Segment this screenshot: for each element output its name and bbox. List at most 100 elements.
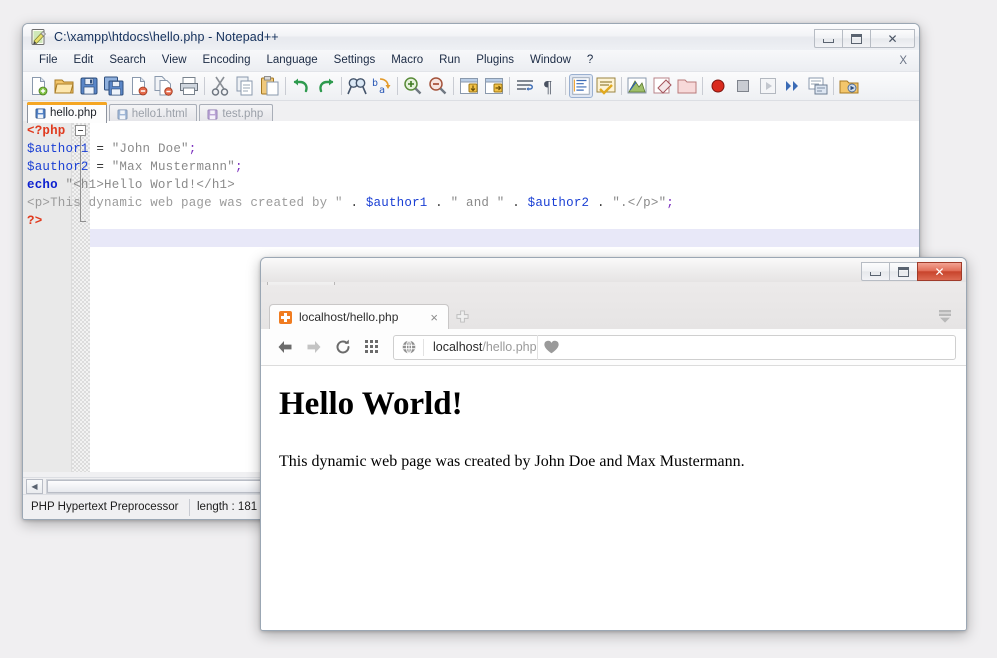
sync-vertical-scroll-icon[interactable] — [457, 74, 481, 98]
show-document-map-icon[interactable] — [625, 74, 649, 98]
opera-window-controls: ✕ — [862, 262, 962, 281]
code-text: ?> — [23, 214, 42, 228]
word-wrap-icon[interactable] — [513, 74, 537, 98]
code-token: ; — [189, 142, 197, 156]
save-icon[interactable] — [77, 74, 101, 98]
opera-menu-button[interactable]: Menu — [267, 282, 335, 285]
menu-item-edit[interactable]: Edit — [66, 50, 102, 71]
toolbar-separator — [339, 76, 344, 96]
scroll-left-arrow[interactable]: ◀ — [26, 479, 43, 494]
close-all-files-icon[interactable] — [152, 74, 176, 98]
reload-icon[interactable] — [329, 334, 356, 361]
save-all-icon[interactable] — [102, 74, 126, 98]
minimize-button[interactable] — [814, 29, 843, 48]
opera-tab-area: Menu localhost/hello.php × — [261, 282, 966, 329]
address-bar[interactable]: localhost/hello.php — [393, 335, 956, 360]
code-line[interactable]: 2$author1 = "John Doe"; — [23, 139, 919, 157]
address-bar-url[interactable]: localhost/hello.php — [424, 340, 537, 354]
zoom-out-icon[interactable] — [426, 74, 450, 98]
code-line[interactable]: 3$author2 = "Max Mustermann"; — [23, 157, 919, 175]
menu-item-language[interactable]: Language — [258, 50, 325, 71]
run-icon[interactable] — [837, 74, 861, 98]
code-token: <p>This dynamic web page was created by … — [27, 196, 350, 210]
code-text: $author2 = "Max Mustermann"; — [23, 160, 243, 174]
code-lines: 1<?php2$author1 = "John Doe";3$author2 =… — [23, 121, 919, 247]
menu-item-help[interactable]: ? — [579, 50, 601, 71]
code-text: <?php — [23, 124, 66, 138]
redo-icon[interactable] — [314, 74, 338, 98]
show-folder-as-workspace-icon[interactable] — [675, 74, 699, 98]
save-current-macro-icon[interactable] — [806, 74, 830, 98]
run-macro-multiple-times-icon[interactable] — [781, 74, 805, 98]
undo-icon[interactable] — [289, 74, 313, 98]
menu-item-window[interactable]: Window — [522, 50, 579, 71]
notepadpp-titlebar[interactable]: C:\xampp\htdocs\hello.php - Notepad++ ✕ — [23, 24, 919, 51]
close-document-button[interactable]: X — [899, 55, 907, 67]
show-indent-guide-icon[interactable] — [569, 74, 593, 98]
rendered-web-page: Hello World! This dynamic web page was c… — [261, 366, 966, 630]
show-all-characters-icon[interactable]: ¶ — [538, 74, 562, 98]
menu-item-encoding[interactable]: Encoding — [195, 50, 259, 71]
tab-menu-icon[interactable] — [934, 305, 956, 327]
toolbar-separator — [619, 76, 624, 96]
menu-item-search[interactable]: Search — [101, 50, 153, 71]
code-line[interactable]: 5<p>This dynamic web page was created by… — [23, 193, 919, 211]
editor-tab-hello-php[interactable]: hello.php — [27, 102, 107, 123]
opera-tabstrip: localhost/hello.php × — [261, 303, 966, 329]
start-recording-macro-icon[interactable] — [706, 74, 730, 98]
print-icon[interactable] — [177, 74, 201, 98]
code-text — [23, 232, 27, 246]
browser-tab-localhost-hello-php[interactable]: localhost/hello.php × — [269, 304, 449, 329]
opera-browser-window: ✕ Menu localhost/hello.php × — [260, 257, 967, 631]
code-text: $author1 = "John Doe"; — [23, 142, 196, 156]
zoom-in-icon[interactable] — [401, 74, 425, 98]
new-file-icon[interactable] — [27, 74, 51, 98]
desktop: C:\xampp\htdocs\hello.php - Notepad++ ✕ … — [0, 0, 997, 658]
speed-dial-icon[interactable] — [358, 334, 385, 361]
open-file-icon[interactable] — [52, 74, 76, 98]
menu-item-view[interactable]: View — [154, 50, 195, 71]
url-path: /hello.php — [482, 340, 536, 354]
forward-arrow-icon[interactable] — [300, 334, 327, 361]
code-line[interactable]: 4echo "<h1>Hello World!</h1> — [23, 175, 919, 193]
paste-icon[interactable] — [258, 74, 282, 98]
stop-recording-macro-icon[interactable] — [731, 74, 755, 98]
menu-item-settings[interactable]: Settings — [326, 50, 384, 71]
code-token: $author1 — [27, 142, 89, 156]
status-language: PHP Hypertext Preprocessor — [23, 496, 189, 519]
toolbar-separator — [283, 76, 288, 96]
page-heading: Hello World! — [279, 386, 948, 423]
replace-icon[interactable]: ba — [370, 74, 394, 98]
show-function-list-icon[interactable] — [650, 74, 674, 98]
code-token: = — [89, 160, 112, 174]
menu-item-plugins[interactable]: Plugins — [468, 50, 522, 71]
close-button[interactable]: ✕ — [870, 29, 915, 48]
menu-item-run[interactable]: Run — [431, 50, 468, 71]
opera-titlebar[interactable]: ✕ — [261, 258, 966, 282]
svg-text:b: b — [372, 78, 378, 89]
code-text: echo "<h1>Hello World!</h1> — [23, 178, 235, 192]
menu-item-macro[interactable]: Macro — [383, 50, 431, 71]
heart-icon[interactable] — [537, 335, 566, 360]
new-tab-button[interactable] — [449, 304, 475, 329]
code-line[interactable]: 7 — [23, 229, 919, 247]
minimize-button[interactable] — [861, 262, 890, 281]
notepadpp-toolbar: ba — [23, 72, 919, 101]
find-icon[interactable] — [345, 74, 369, 98]
cut-icon[interactable] — [208, 74, 232, 98]
close-tab-icon[interactable]: × — [428, 311, 440, 324]
code-token: "John Doe" — [112, 142, 189, 156]
menu-item-file[interactable]: File — [31, 50, 66, 71]
code-line[interactable]: 1<?php — [23, 121, 919, 139]
maximize-button[interactable] — [889, 262, 918, 281]
sync-horizontal-scroll-icon[interactable] — [482, 74, 506, 98]
close-button[interactable]: ✕ — [917, 262, 962, 281]
code-line[interactable]: 6?> — [23, 211, 919, 229]
copy-icon[interactable] — [233, 74, 257, 98]
close-file-icon[interactable] — [127, 74, 151, 98]
back-arrow-icon[interactable] — [271, 334, 298, 361]
code-token: . — [589, 196, 612, 210]
maximize-button[interactable] — [842, 29, 871, 48]
play-macro-icon[interactable] — [756, 74, 780, 98]
user-defined-language-icon[interactable] — [594, 74, 618, 98]
